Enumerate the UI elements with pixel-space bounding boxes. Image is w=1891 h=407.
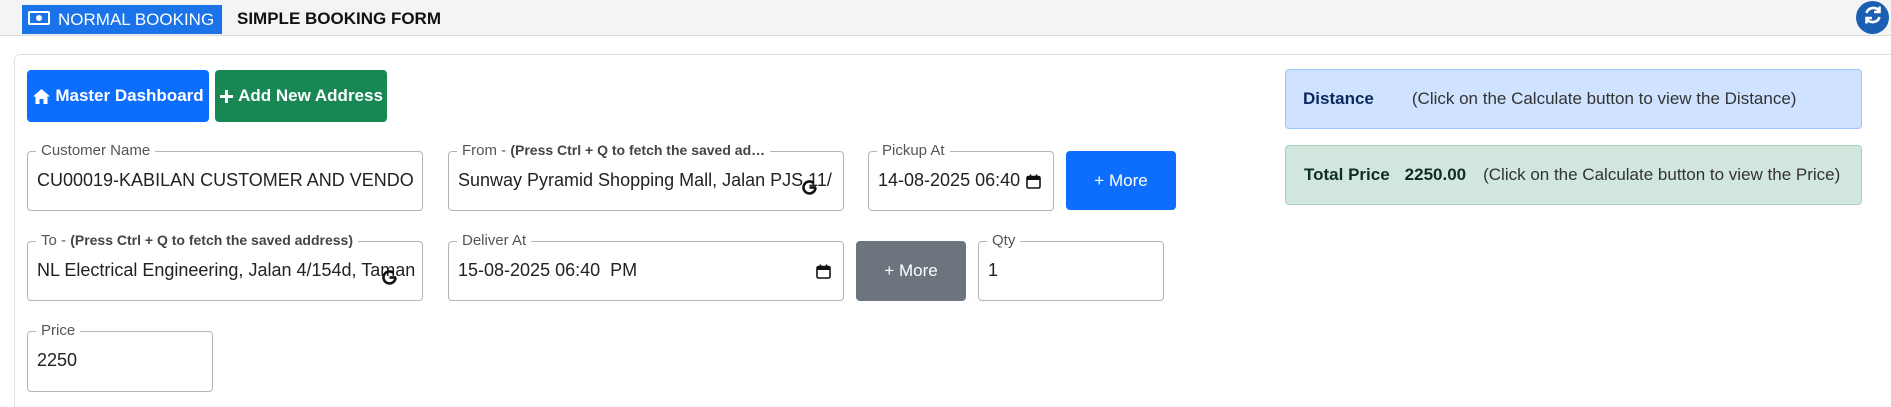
- deliver-at-label: Deliver At: [457, 232, 532, 249]
- pickup-at-label: Pickup At: [877, 142, 950, 159]
- add-new-address-button[interactable]: Add New Address: [215, 70, 387, 122]
- page-title: SIMPLE BOOKING FORM: [237, 9, 441, 28]
- master-dashboard-label: Master Dashboard: [55, 86, 204, 105]
- calendar-icon[interactable]: [1026, 174, 1041, 189]
- google-icon[interactable]: [381, 269, 398, 286]
- to-address-field[interactable]: To - (Press Ctrl + Q to fetch the saved …: [27, 232, 423, 301]
- money-bill-icon: [28, 10, 50, 30]
- master-dashboard-button[interactable]: Master Dashboard: [27, 70, 209, 122]
- top-bar: NORMAL BOOKING SIMPLE BOOKING FORM: [0, 0, 1891, 36]
- qty-label: Qty: [987, 232, 1021, 249]
- total-price-box: Total Price 2250.00 (Click on the Calcul…: [1285, 145, 1862, 205]
- deliver-at-field[interactable]: Deliver At 15-08-2025 06:40 PM: [448, 232, 844, 301]
- to-address-value: NL Electrical Engineering, Jalan 4/154d,…: [37, 260, 415, 280]
- from-address-hint: (Press Ctrl + Q to fetch the saved ad…: [510, 142, 766, 158]
- deliver-more-button[interactable]: + More: [856, 241, 966, 301]
- price-label: Price: [36, 322, 81, 339]
- from-address-label: From - (Press Ctrl + Q to fetch the save…: [457, 142, 771, 159]
- add-new-address-label: Add New Address: [238, 86, 383, 105]
- from-address-field[interactable]: From - (Press Ctrl + Q to fetch the save…: [448, 142, 844, 211]
- distance-info-box: Distance (Click on the Calculate button …: [1285, 69, 1862, 129]
- google-icon[interactable]: [801, 179, 818, 196]
- pickup-at-value: 14-08-2025 06:40: [878, 170, 1021, 190]
- calendar-icon[interactable]: [816, 264, 831, 279]
- customer-name-label: Customer Name: [36, 142, 156, 159]
- plus-icon: [219, 89, 234, 104]
- normal-booking-tab[interactable]: NORMAL BOOKING: [22, 5, 223, 34]
- pickup-at-field[interactable]: Pickup At 14-08-2025 06:40: [868, 142, 1054, 211]
- total-price-value: 2250.00: [1404, 165, 1467, 184]
- home-icon: [32, 88, 51, 105]
- to-address-hint: (Press Ctrl + Q to fetch the saved addre…: [70, 232, 354, 248]
- refresh-icon: [1862, 4, 1884, 31]
- to-address-label: To - (Press Ctrl + Q to fetch the saved …: [36, 232, 359, 249]
- customer-name-value: CU00019-KABILAN CUSTOMER AND VENDOR: [37, 170, 415, 190]
- total-price-note: (Click on the Calculate button to view t…: [1483, 165, 1841, 184]
- total-price-label: Total Price: [1304, 165, 1390, 184]
- refresh-button[interactable]: [1856, 1, 1889, 34]
- qty-field[interactable]: Qty 1: [978, 232, 1164, 301]
- price-field[interactable]: Price 2250: [27, 322, 213, 392]
- pickup-more-button[interactable]: + More: [1066, 151, 1176, 210]
- deliver-at-value: 15-08-2025 06:40 PM: [458, 260, 638, 280]
- qty-value: 1: [988, 260, 999, 280]
- distance-note: (Click on the Calculate button to view t…: [1411, 89, 1797, 108]
- customer-name-field[interactable]: Customer Name CU00019-KABILAN CUSTOMER A…: [27, 142, 423, 211]
- from-address-value: Sunway Pyramid Shopping Mall, Jalan PJS …: [458, 170, 832, 190]
- price-value: 2250: [37, 350, 78, 370]
- tab-label: NORMAL BOOKING: [58, 9, 215, 29]
- distance-label: Distance: [1303, 89, 1374, 108]
